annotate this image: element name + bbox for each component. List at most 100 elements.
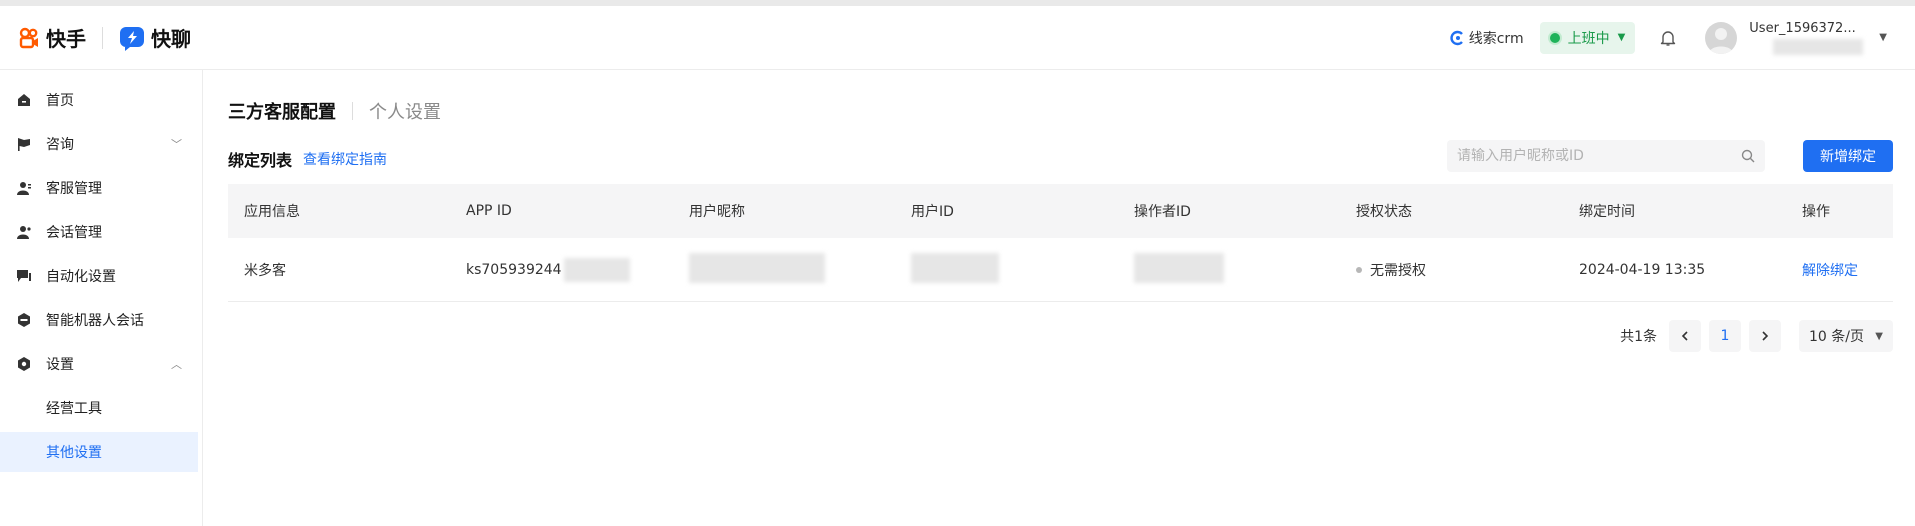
column-header: 用户昵称: [689, 204, 745, 220]
redacted-app-id: [563, 257, 630, 282]
auth-status-cell: 无需授权: [1340, 260, 1563, 280]
kuailiao-logo-icon: [120, 26, 144, 51]
chat-icon: [16, 268, 32, 284]
redacted-nickname: [689, 252, 825, 283]
binding-list-title: 绑定列表: [228, 151, 293, 170]
binding-guide-link[interactable]: 查看绑定指南: [303, 149, 387, 169]
kuailiao-brand[interactable]: 快聊: [119, 23, 191, 52]
list-toolbar: 绑定列表 查看绑定指南 新增绑定: [228, 138, 1893, 174]
column-header: 操作: [1802, 204, 1830, 220]
kuaishou-logo-icon: [19, 27, 38, 48]
chevron-down-icon: ﹀: [171, 138, 182, 151]
next-page-button[interactable]: [1749, 320, 1781, 352]
status-dot-icon: [1549, 32, 1560, 43]
sidebar-subitem-other-settings[interactable]: 其他设置: [0, 432, 198, 472]
app-id-value: ks705939244: [466, 261, 562, 278]
page-size-select[interactable]: 10 条/页 ▼: [1799, 320, 1893, 352]
add-binding-button[interactable]: 新增绑定: [1803, 140, 1893, 172]
kuaishou-brand-label: 快手: [46, 27, 86, 51]
robot-icon: [16, 312, 32, 328]
user-icon: [16, 180, 32, 196]
status-dot-icon: [1356, 266, 1362, 273]
search-box: [1447, 140, 1765, 172]
sidebar-item-label: 自动化设置: [46, 269, 116, 285]
bell-icon[interactable]: [1659, 29, 1677, 47]
work-status-dropdown[interactable]: 上班中 ▼: [1539, 21, 1636, 54]
kuaishou-brand[interactable]: 快手: [18, 23, 86, 52]
sidebar-item-label: 智能机器人会话: [46, 313, 144, 329]
sidebar-subitem-label: 经营工具: [46, 401, 102, 417]
avatar: [1705, 21, 1738, 54]
sidebar-item-label: 咨询: [46, 137, 74, 153]
user-menu[interactable]: User_1596372... ▼: [1705, 21, 1887, 55]
app-name-cell: 米多客: [244, 262, 286, 279]
column-header: 操作者ID: [1134, 204, 1191, 220]
search-input[interactable]: [1457, 148, 1741, 164]
pagination: 共1条 1 10 条/页 ▼: [228, 320, 1893, 352]
brand-divider: [102, 26, 103, 49]
column-header: 应用信息: [244, 204, 300, 220]
sidebar-item-label: 会话管理: [46, 225, 102, 241]
tab-third-party-service-config[interactable]: 三方客服配置: [228, 98, 336, 124]
tab-personal-settings[interactable]: 个人设置: [369, 98, 441, 124]
redacted-user-detail: [1773, 38, 1864, 55]
pagination-controls: 共1条 1 10 条/页 ▼: [1620, 320, 1893, 352]
crm-icon: [1450, 30, 1463, 45]
tab-divider: [352, 102, 353, 120]
column-header: APP ID: [466, 203, 512, 219]
bind-time-cell: 2024-04-19 13:35: [1579, 261, 1706, 278]
flag-icon: [16, 136, 32, 152]
sidebar: 首页 咨询 ﹀ 客服管理 会话管理 自动化设置 智能机器人会话 设置 ︿ 经营工…: [0, 70, 203, 526]
sidebar-item-session-management[interactable]: 会话管理: [0, 212, 202, 252]
page-size-label: 10 条/页: [1809, 329, 1864, 345]
redacted-user-id: [911, 252, 999, 283]
caret-down-icon: ▼: [1879, 32, 1887, 43]
header-actions: 线索crm 上班中 ▼ User_1596372... ▼: [1449, 21, 1915, 55]
brand-area: 快手 快聊: [0, 23, 191, 52]
auth-status-label: 无需授权: [1370, 262, 1426, 279]
chevron-left-icon: [1681, 331, 1688, 341]
user-name: User_1596372...: [1749, 20, 1856, 36]
page-tabs: 三方客服配置 个人设置: [228, 98, 441, 124]
sidebar-item-label: 首页: [46, 93, 74, 109]
caret-down-icon: ▼: [1875, 330, 1883, 342]
sidebar-item-robot-session[interactable]: 智能机器人会话: [0, 300, 202, 340]
app-id-cell: ks705939244: [450, 257, 673, 282]
sidebar-subitem-business-tools[interactable]: 经营工具: [0, 388, 202, 428]
home-icon: [16, 92, 32, 108]
status-label: 上班中: [1567, 30, 1610, 47]
sidebar-subitem-label: 其他设置: [46, 445, 102, 461]
user-info: User_1596372...: [1745, 21, 1865, 55]
sidebar-item-label: 设置: [46, 357, 74, 373]
operator-id-cell: [1118, 252, 1340, 287]
caret-down-icon: ▼: [1617, 32, 1626, 43]
user-chat-icon: [16, 224, 32, 240]
sidebar-item-home[interactable]: 首页: [0, 80, 202, 120]
sidebar-item-label: 客服管理: [46, 181, 102, 197]
table-row: 米多客 ks705939244 无需授权 2024-04-19 13:35 解除…: [228, 238, 1893, 302]
column-header: 用户ID: [911, 204, 954, 220]
binding-table: 应用信息 APP ID 用户昵称 用户ID 操作者ID 授权状态 绑定时间 操作…: [228, 184, 1893, 302]
action-cell: 解除绑定: [1786, 260, 1893, 280]
sidebar-item-settings[interactable]: 设置 ︿: [0, 344, 202, 384]
sidebar-item-consult[interactable]: 咨询 ﹀: [0, 124, 202, 164]
crm-link[interactable]: 线索crm: [1449, 28, 1524, 48]
crm-label: 线索crm: [1468, 30, 1524, 47]
gear-icon: [16, 356, 32, 372]
user-id-cell: [895, 252, 1118, 287]
prev-page-button[interactable]: [1669, 320, 1701, 352]
avatar-person-icon: [1709, 27, 1734, 54]
chevron-right-icon: [1762, 331, 1769, 341]
unbind-link[interactable]: 解除绑定: [1802, 263, 1858, 279]
total-count: 共1条: [1620, 329, 1657, 345]
user-nickname-cell: [673, 252, 895, 287]
page-number-button[interactable]: 1: [1709, 320, 1741, 352]
chevron-up-icon: ︿: [171, 358, 182, 371]
column-header: 授权状态: [1356, 204, 1412, 220]
kuailiao-brand-label: 快聊: [151, 27, 191, 51]
sidebar-item-service-management[interactable]: 客服管理: [0, 168, 202, 208]
top-header: 快手 快聊 线索crm 上班中 ▼ User_1596372... ▼: [0, 0, 1915, 70]
search-icon[interactable]: [1741, 149, 1755, 163]
sidebar-item-automation[interactable]: 自动化设置: [0, 256, 202, 296]
table-header: 应用信息 APP ID 用户昵称 用户ID 操作者ID 授权状态 绑定时间 操作: [228, 184, 1893, 238]
